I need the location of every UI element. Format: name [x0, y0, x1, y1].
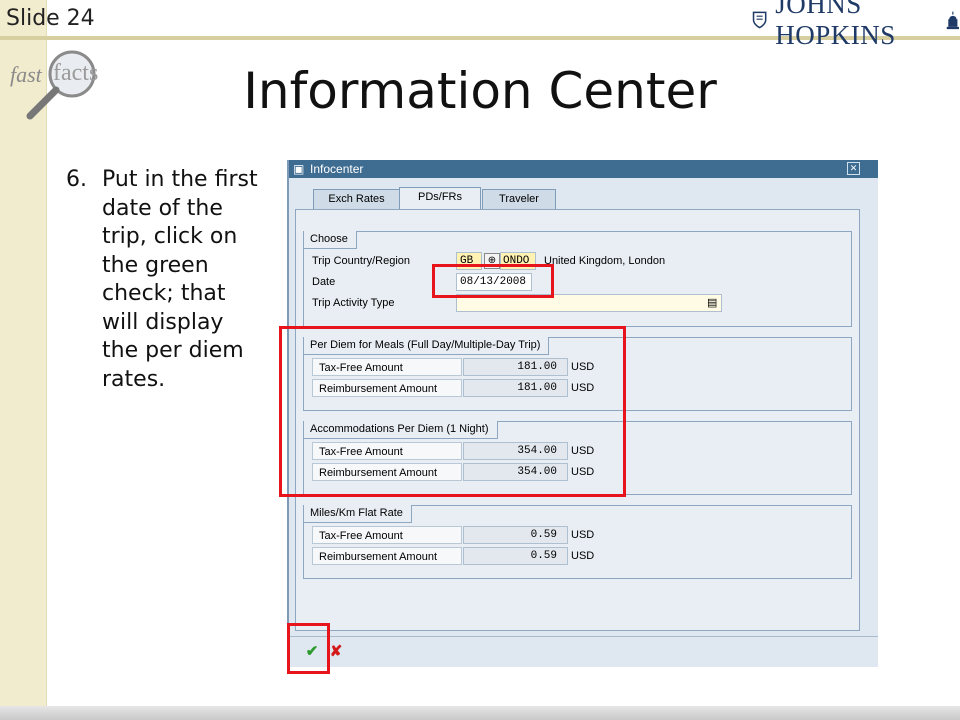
miles-tax-free-value: 0.59	[463, 526, 568, 544]
country-label: Trip Country/Region	[312, 255, 411, 267]
tab-pds-frs[interactable]: PDs/FRs	[399, 187, 481, 210]
slide-number: Slide 24	[6, 6, 95, 31]
miles-flat-rate-group: Miles/Km Flat Rate Tax-Free Amount 0.59 …	[303, 505, 852, 579]
window-footer: ✔ ✘	[289, 636, 878, 667]
miles-tax-free-unit: USD	[571, 529, 595, 541]
miles-reimb-value: 0.59	[463, 547, 568, 565]
window-title: Infocenter	[310, 162, 364, 176]
window-menu-icon[interactable]: ▣	[293, 162, 304, 176]
date-label: Date	[312, 276, 336, 288]
johns-hopkins-logo: JOHNS HOPKINS	[752, 0, 960, 50]
shield-emblem-icon	[752, 11, 767, 29]
logo-text: JOHNS HOPKINS	[775, 0, 896, 50]
step-text: Put in the first date of the trip, click…	[102, 167, 258, 392]
activity-type-label: Trip Activity Type	[312, 297, 395, 309]
choose-group: Choose Trip Country/Region GB ⊕ ONDO Uni…	[303, 231, 852, 327]
activity-dropdown-icon[interactable]: ▤	[707, 296, 717, 309]
miles-reimb-unit: USD	[571, 550, 595, 562]
slide-title: Information Center	[243, 62, 717, 120]
slide-bottom-rule	[0, 706, 960, 720]
green-check-callout	[287, 623, 330, 674]
date-callout	[432, 264, 554, 298]
step-number: 6.	[66, 167, 87, 192]
choose-header: Choose	[304, 231, 357, 249]
tab-traveler[interactable]: Traveler	[482, 189, 556, 209]
tab-exch-rates[interactable]: Exch Rates	[313, 189, 400, 209]
miles-tax-free-label: Tax-Free Amount	[312, 526, 462, 544]
close-icon[interactable]: ✕	[847, 162, 860, 175]
window-title-bar: ▣ Infocenter ✕	[289, 160, 878, 178]
miles-header: Miles/Km Flat Rate	[304, 505, 412, 523]
instruction-step: 6. Put in the first date of the trip, cl…	[66, 166, 266, 394]
building-dome-icon	[947, 11, 960, 30]
per-diem-callout	[279, 326, 626, 497]
miles-reimb-label: Reimbursement Amount	[312, 547, 462, 565]
country-name: United Kingdom, London	[544, 255, 666, 267]
